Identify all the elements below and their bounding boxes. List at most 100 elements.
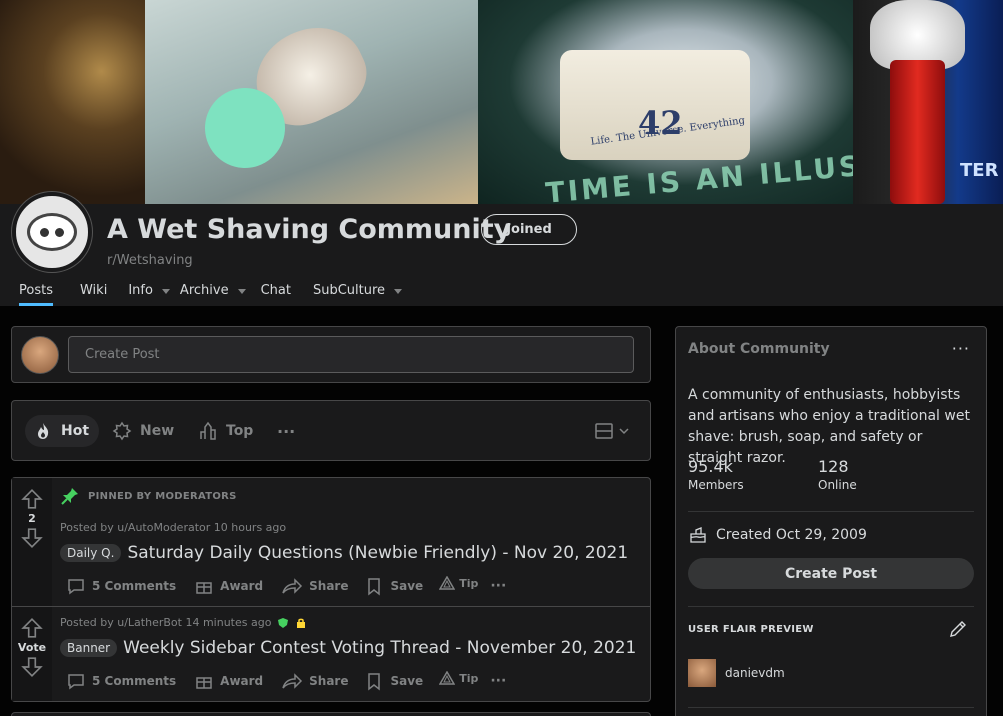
sort-hot-button[interactable]: Hot <box>25 415 100 447</box>
cake-icon <box>690 527 706 543</box>
online-count: 128 <box>818 457 849 476</box>
save-button[interactable]: Save <box>358 668 429 694</box>
chevron-down-icon <box>237 289 246 294</box>
community-header: A Wet Shaving Community r/Wetshaving Joi… <box>0 192 1003 306</box>
upvote-icon[interactable] <box>21 617 43 639</box>
pinned-label: PINNED BY MODERATORS <box>88 490 237 502</box>
create-post-button[interactable]: Create Post <box>688 558 974 589</box>
post-author-line[interactable]: Posted by u/AutoModerator 10 hours ago <box>60 521 286 534</box>
vote-count: 2 <box>28 512 36 525</box>
view-toggle[interactable] <box>594 421 630 441</box>
chevron-down-icon <box>161 289 170 294</box>
post-title[interactable]: Weekly Sidebar Contest Voting Thread - N… <box>123 638 636 658</box>
tip-icon <box>439 576 456 590</box>
online-stat: 128 Online <box>818 457 857 492</box>
comment-icon <box>68 579 84 595</box>
save-button[interactable]: Save <box>358 573 429 599</box>
flair-username: danievdm <box>725 666 785 680</box>
tip-button[interactable]: Tip <box>433 665 484 691</box>
sort-new-label: New <box>140 423 175 439</box>
save-label: Save <box>390 674 424 688</box>
downvote-icon[interactable] <box>21 527 43 549</box>
share-button[interactable]: Share <box>275 668 354 694</box>
vote-column: 2 <box>12 478 52 606</box>
post-flair[interactable]: Banner <box>60 639 118 657</box>
nav-info-label: Info <box>128 283 153 298</box>
flame-icon <box>38 423 49 439</box>
community-avatar <box>12 192 92 272</box>
joined-button[interactable]: Joined <box>481 214 577 245</box>
post-title-row[interactable]: Banner Weekly Sidebar Contest Voting Thr… <box>60 638 636 658</box>
comments-button[interactable]: 5 Comments <box>60 668 182 694</box>
nav-archive-label: Archive <box>179 283 229 298</box>
downvote-icon[interactable] <box>21 656 43 678</box>
post-actions: 5 Comments Award Share Save Tip ··· <box>60 668 512 694</box>
nav-chat-label: Chat <box>260 283 291 298</box>
about-header: About Community <box>688 341 830 357</box>
user-flair-preview-label: USER FLAIR PREVIEW <box>688 624 814 635</box>
members-count: 95.4k <box>688 457 733 476</box>
sparkle-burst-icon <box>112 421 132 441</box>
comment-icon <box>68 674 84 690</box>
comments-button[interactable]: 5 Comments <box>60 573 182 599</box>
post-card[interactable]: Vote Posted by u/LatherBot 14 minutes ag… <box>11 606 651 702</box>
tip-button[interactable]: Tip <box>433 570 484 596</box>
gift-icon <box>196 677 212 689</box>
sort-top-label: Top <box>226 423 254 439</box>
banner-red-handle <box>890 60 945 204</box>
nav-posts[interactable]: Posts <box>19 280 53 306</box>
sort-top-button[interactable]: Top <box>198 415 253 447</box>
nav-wiki[interactable]: Wiki <box>80 280 107 306</box>
award-button[interactable]: Award <box>188 573 269 599</box>
members-label: Members <box>688 478 744 492</box>
post-card-partial[interactable] <box>11 712 651 716</box>
pencil-icon[interactable] <box>948 619 968 639</box>
award-button[interactable]: Award <box>188 668 269 694</box>
post-actions: 5 Comments Award Share Save Tip ··· <box>60 573 512 599</box>
gift-icon <box>196 582 212 594</box>
more-options-icon[interactable]: ··· <box>952 339 970 358</box>
top-chart-icon <box>200 421 216 440</box>
comments-label: 5 Comments <box>92 579 177 593</box>
subreddit-name: r/Wetshaving <box>107 253 193 268</box>
sort-bar: Hot New Top ··· <box>11 400 651 461</box>
sort-new-button[interactable]: New <box>112 415 174 447</box>
post-title[interactable]: Saturday Daily Questions (Newbie Friendl… <box>127 543 628 563</box>
sort-hot-label: Hot <box>61 423 90 439</box>
share-label: Share <box>309 579 349 593</box>
create-post-card: Create Post <box>11 326 651 383</box>
award-label: Award <box>220 674 264 688</box>
post-more-icon[interactable]: ··· <box>484 668 512 694</box>
create-post-input[interactable]: Create Post <box>68 336 634 373</box>
bookmark-icon <box>368 578 381 596</box>
community-nav: Posts Wiki Info Archive Chat SubCulture <box>0 280 403 306</box>
card-view-icon <box>595 423 613 439</box>
nav-chat[interactable]: Chat <box>261 280 291 306</box>
divider <box>688 511 974 512</box>
pin-icon <box>61 488 78 505</box>
post-card[interactable]: 2 PINNED BY MODERATORS Posted by u/AutoM… <box>11 477 651 607</box>
post-meta: Posted by u/LatherBot 14 minutes ago <box>60 616 307 629</box>
save-label: Save <box>390 579 424 593</box>
community-title: A Wet Shaving Community <box>107 214 512 245</box>
post-author-line[interactable]: Posted by u/LatherBot 14 minutes ago <box>60 616 271 629</box>
nav-archive[interactable]: Archive <box>180 280 246 306</box>
post-more-icon[interactable]: ··· <box>484 573 512 599</box>
tip-label: Tip <box>459 576 479 590</box>
nav-subculture[interactable]: SubCulture <box>313 280 403 306</box>
nav-info[interactable]: Info <box>128 280 170 306</box>
bookmark-icon <box>368 673 381 691</box>
divider <box>688 707 974 708</box>
post-title-row[interactable]: Daily Q. Saturday Daily Questions (Newbi… <box>60 543 628 563</box>
share-button[interactable]: Share <box>275 573 354 599</box>
created-date: Created Oct 29, 2009 <box>688 525 867 545</box>
share-icon <box>282 673 303 689</box>
post-flair[interactable]: Daily Q. <box>60 544 122 562</box>
upvote-icon[interactable] <box>21 488 43 510</box>
snoo-icon <box>27 213 77 251</box>
nav-posts-label: Posts <box>19 283 53 298</box>
sort-more-button[interactable]: ··· <box>277 415 295 447</box>
post-meta: Posted by u/AutoModerator 10 hours ago <box>60 521 286 534</box>
shield-icon <box>278 617 289 628</box>
user-avatar[interactable] <box>21 336 59 374</box>
